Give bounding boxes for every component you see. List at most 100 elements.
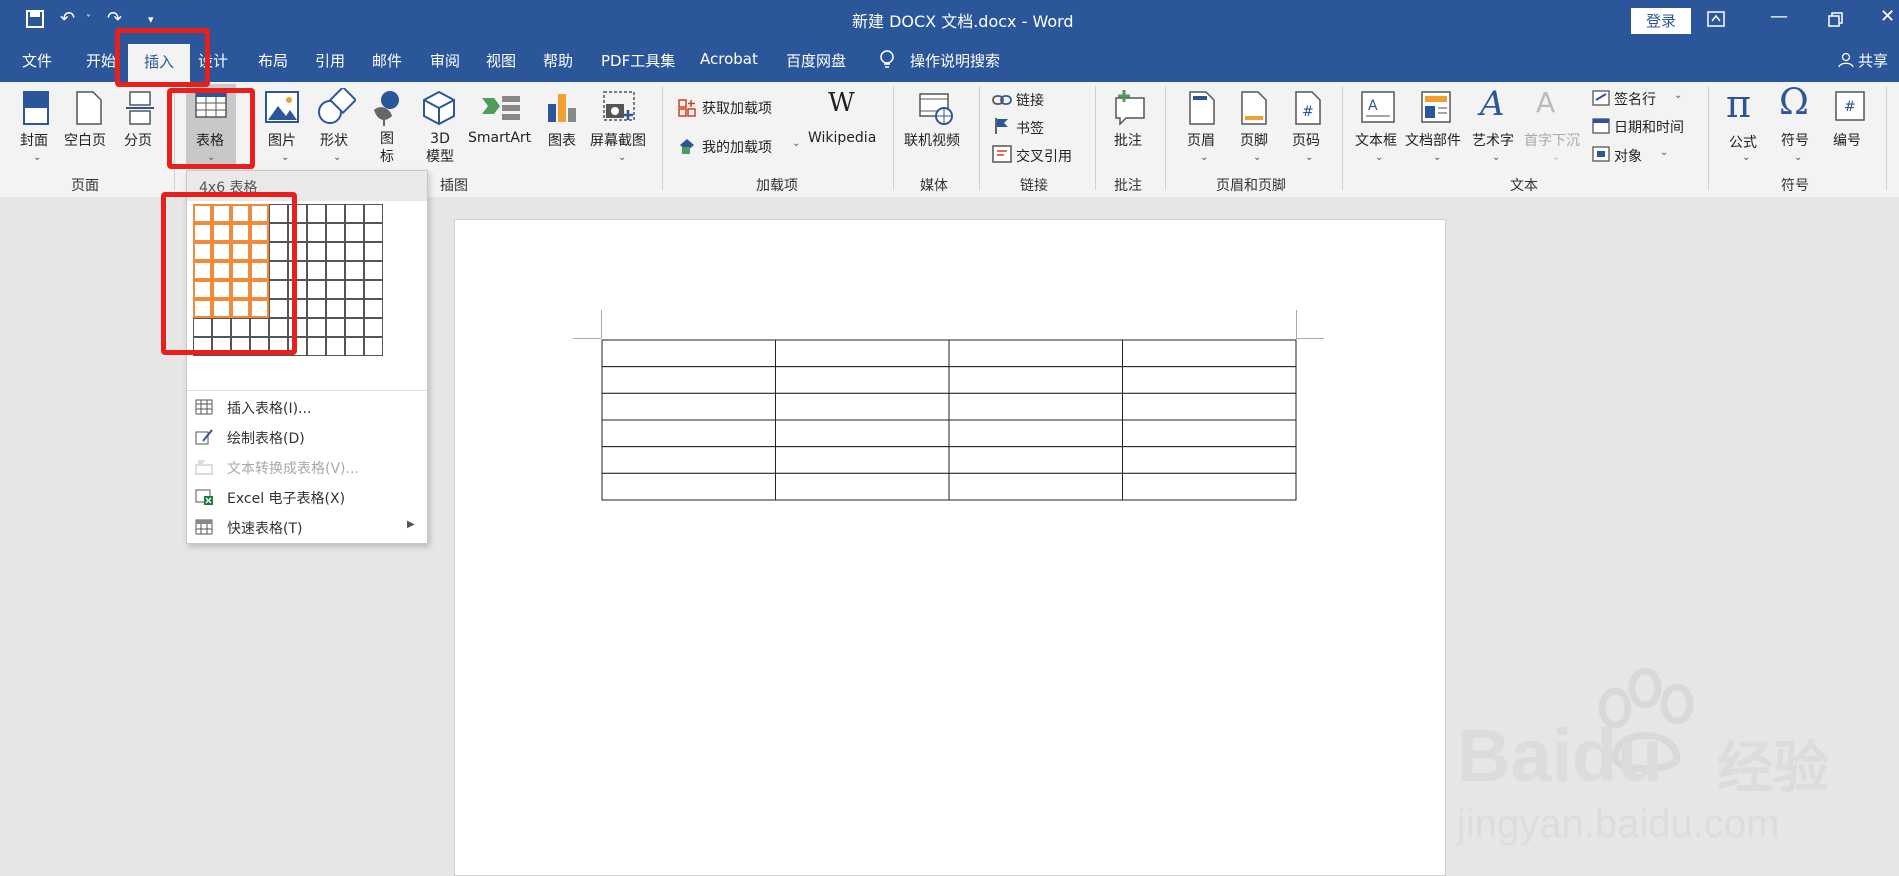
cross-reference-button[interactable]: 交叉引用 [1016,146,1072,166]
tab-layout[interactable]: 布局 [258,50,288,71]
dropcap-button[interactable]: 首字下沉 [1524,130,1580,150]
tab-review[interactable]: 审阅 [430,50,460,71]
wikipedia-button[interactable]: Wikipedia [808,130,876,146]
menu-insert-table[interactable]: 插入表格(I)... [187,393,427,421]
document-page[interactable] [454,219,1446,876]
grid-cell[interactable] [364,204,383,223]
grid-cell[interactable] [326,337,345,356]
3d-models-button[interactable]: 3D 模型 [426,130,454,166]
table-cell[interactable] [1122,392,1297,421]
table-cell[interactable] [948,419,1123,448]
grid-cell[interactable] [345,242,364,261]
comment-button[interactable]: 批注 [1114,130,1142,150]
grid-cell[interactable] [307,337,326,356]
grid-cell[interactable] [307,318,326,337]
table-cell[interactable] [601,392,776,421]
table-cell[interactable] [1122,339,1297,368]
menu-excel-spreadsheet[interactable]: Excel 电子表格(X) [187,483,427,511]
table-cell[interactable] [601,419,776,448]
ribbon-display-options-icon[interactable] [1707,11,1725,27]
tab-help[interactable]: 帮助 [543,50,573,71]
footer-button[interactable]: 页脚 [1240,130,1268,150]
textbox-button[interactable]: 文本框 [1355,130,1397,150]
grid-cell[interactable] [345,318,364,337]
redo-icon[interactable]: ↷ [107,8,122,29]
grid-cell[interactable] [326,318,345,337]
customize-qat-icon[interactable]: ▾ [148,13,154,26]
table-cell[interactable] [775,446,950,474]
quick-parts-button[interactable]: 文档部件 [1405,130,1461,150]
wordart-button[interactable]: 艺术字 [1472,130,1514,150]
smartart-button[interactable]: SmartArt [468,130,531,146]
grid-cell[interactable] [364,337,383,356]
signature-line-button[interactable]: 签名行 [1614,89,1656,109]
grid-cell[interactable] [345,337,364,356]
grid-cell[interactable] [307,261,326,280]
grid-cell[interactable] [326,280,345,299]
blank-page-button[interactable]: 空白页 [64,130,106,150]
grid-cell[interactable] [326,261,345,280]
login-button[interactable]: 登录 [1631,8,1691,34]
minimize-icon[interactable]: — [1770,6,1788,27]
tab-acrobat[interactable]: Acrobat [700,50,758,68]
grid-cell[interactable] [364,318,383,337]
table-cell[interactable] [948,446,1123,474]
page-break-button[interactable]: 分页 [124,130,152,150]
cover-page-button[interactable]: 封面 [20,130,48,150]
shapes-button[interactable]: 形状 [320,130,348,150]
table-cell[interactable] [1122,366,1297,394]
tab-baidu-netdisk[interactable]: 百度网盘 [786,50,846,71]
grid-cell[interactable] [364,242,383,261]
table-cell[interactable] [775,419,950,448]
table-cell[interactable] [948,366,1123,394]
table-cell[interactable] [601,339,776,368]
undo-dropdown-icon[interactable]: ˅ [86,14,91,25]
chart-button[interactable]: 图表 [548,130,576,150]
close-icon[interactable]: ✕ [1880,6,1895,27]
tab-file[interactable]: 文件 [22,50,52,71]
screenshot-button[interactable]: 屏幕截图 [590,130,646,150]
table-cell[interactable] [948,392,1123,421]
grid-cell[interactable] [326,223,345,242]
restore-icon[interactable] [1828,12,1844,28]
tab-view[interactable]: 视图 [486,50,516,71]
grid-cell[interactable] [307,242,326,261]
grid-cell[interactable] [307,280,326,299]
symbol-button[interactable]: 符号 [1781,130,1809,150]
page-number-button[interactable]: 页码 [1292,130,1320,150]
grid-cell[interactable] [326,242,345,261]
icons-button[interactable]: 图标 [380,130,394,166]
grid-cell[interactable] [307,223,326,242]
menu-draw-table[interactable]: 绘制表格(D) [187,423,427,451]
grid-cell[interactable] [345,299,364,318]
tab-references[interactable]: 引用 [315,50,345,71]
get-addins-button[interactable]: 获取加载项 [702,98,772,118]
grid-cell[interactable] [364,280,383,299]
undo-icon[interactable]: ↶ [60,8,75,29]
grid-cell[interactable] [307,299,326,318]
table-cell[interactable] [601,366,776,394]
grid-cell[interactable] [345,261,364,280]
grid-cell[interactable] [345,280,364,299]
link-button[interactable]: 链接 [1016,90,1044,110]
table-cell[interactable] [1122,446,1297,474]
table-cell[interactable] [601,446,776,474]
grid-cell[interactable] [326,204,345,223]
tab-home[interactable]: 开始 [86,50,116,71]
table-cell[interactable] [775,339,950,368]
grid-cell[interactable] [307,204,326,223]
table-cell[interactable] [601,472,776,501]
bookmark-button[interactable]: 书签 [1016,118,1044,138]
table-cell[interactable] [948,339,1123,368]
date-time-button[interactable]: 日期和时间 [1614,117,1684,137]
grid-cell[interactable] [364,223,383,242]
tab-mailings[interactable]: 邮件 [372,50,402,71]
pictures-button[interactable]: 图片 [268,130,296,150]
equation-button[interactable]: 公式 [1729,132,1757,152]
header-button[interactable]: 页眉 [1187,130,1215,150]
grid-cell[interactable] [364,299,383,318]
grid-cell[interactable] [345,223,364,242]
table-cell[interactable] [775,392,950,421]
table-cell[interactable] [775,472,950,501]
share-button[interactable]: 共享 [1858,50,1888,71]
